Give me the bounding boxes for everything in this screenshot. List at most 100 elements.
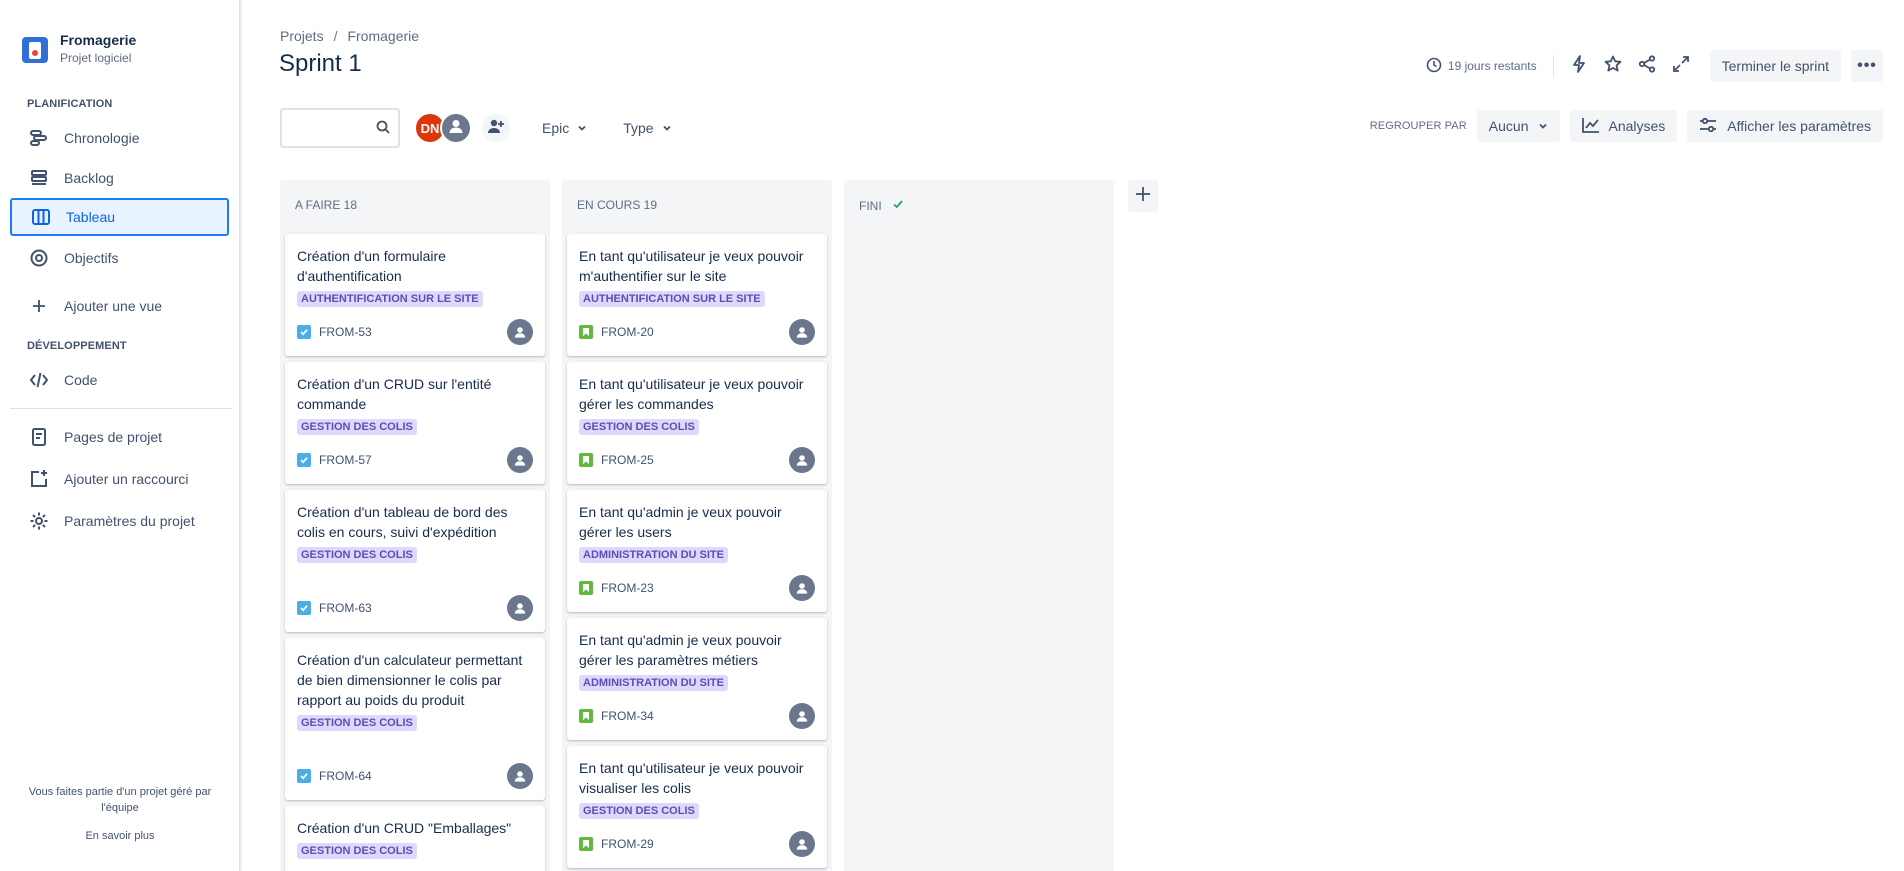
sidebar-item-add-shortcut[interactable]: Ajouter un raccourci	[10, 460, 229, 498]
task-checkbox-icon	[297, 325, 311, 339]
epic-lozenge: GESTION DES COLIS	[579, 803, 699, 819]
task-checkbox-icon	[297, 453, 311, 467]
assignee-avatar[interactable]	[789, 831, 815, 857]
type-filter-dropdown[interactable]: Type	[617, 112, 677, 144]
epic-lozenge: GESTION DES COLIS	[297, 715, 417, 731]
group-by-dropdown[interactable]: Aucun	[1476, 110, 1561, 142]
card-title: En tant qu'admin je veux pouvoir gérer l…	[579, 504, 782, 540]
learn-more-link[interactable]: En savoir plus	[14, 828, 226, 844]
epic-filter-dropdown[interactable]: Epic	[536, 112, 593, 144]
assignee-avatar[interactable]	[507, 319, 533, 345]
card-title: Création d'un CRUD sur l'entité commande	[297, 376, 492, 412]
card-title: Création d'un formulaire d'authentificat…	[297, 248, 446, 284]
issue-card[interactable]: Création d'un calculateur permettant de …	[285, 638, 545, 800]
assignee-avatar[interactable]	[507, 447, 533, 473]
issue-card[interactable]: En tant qu'utilisateur je veux pouvoir g…	[567, 362, 827, 484]
story-bookmark-icon	[579, 453, 593, 467]
search-input[interactable]	[280, 108, 400, 148]
issue-key: FROM-57	[319, 453, 372, 467]
gear-icon	[28, 510, 50, 532]
story-bookmark-icon	[579, 709, 593, 723]
assignee-avatar[interactable]	[789, 575, 815, 601]
issue-key: FROM-20	[601, 325, 654, 339]
group-by-value: Aucun	[1488, 118, 1529, 134]
sidebar-item-project-settings[interactable]: Paramètres du projet	[10, 502, 229, 540]
analyses-button[interactable]: Analyses	[1570, 110, 1678, 142]
sidebar-item-code[interactable]: Code	[10, 361, 229, 399]
issue-card[interactable]: Création d'un CRUD sur l'entité commande…	[285, 362, 545, 484]
view-settings-button[interactable]: Afficher les paramètres	[1687, 110, 1883, 142]
view-settings-label: Afficher les paramètres	[1727, 118, 1871, 134]
issue-card[interactable]: En tant qu'admin je veux pouvoir gérer l…	[567, 618, 827, 740]
issue-card[interactable]: Création d'un formulaire d'authentificat…	[285, 234, 545, 356]
assignee-avatar[interactable]	[507, 595, 533, 621]
issue-card[interactable]: En tant qu'utilisateur je veux pouvoir m…	[567, 234, 827, 356]
assignee-avatar[interactable]	[789, 447, 815, 473]
sidebar-item-backlog[interactable]: Backlog	[10, 159, 229, 197]
assignee-avatar[interactable]	[507, 763, 533, 789]
board-column-done: FINI	[844, 180, 1114, 871]
board-column-todo: A FAIRE 18 Création d'un formulaire d'au…	[280, 180, 550, 871]
complete-sprint-button[interactable]: Terminer le sprint	[1709, 50, 1841, 82]
card-title: Création d'un CRUD "Emballages"	[297, 820, 512, 836]
days-remaining[interactable]: 19 jours restants	[1426, 57, 1537, 76]
assignee-avatar[interactable]	[789, 319, 815, 345]
add-column-button[interactable]	[1128, 180, 1158, 212]
more-actions-button[interactable]: •••	[1851, 50, 1883, 82]
share-button[interactable]	[1632, 50, 1662, 82]
add-user-icon	[487, 117, 505, 140]
plus-icon	[28, 295, 50, 317]
section-title-development: DÉVELOPPEMENT	[27, 340, 127, 352]
sidebar-item-project-pages[interactable]: Pages de projet	[10, 418, 229, 456]
story-bookmark-icon	[579, 581, 593, 595]
sidebar-item-label: Pages de projet	[64, 429, 163, 445]
days-remaining-label: 19 jours restants	[1447, 59, 1537, 73]
board-column-in-progress: EN COURS 19 En tant qu'utilisateur je ve…	[562, 180, 832, 871]
project-type: Projet logiciel	[60, 51, 132, 65]
story-bookmark-icon	[579, 837, 593, 851]
sidebar-item-label: Chronologie	[64, 130, 140, 146]
sidebar-item-add-view[interactable]: Ajouter une vue	[10, 287, 229, 325]
column-header: A FAIRE 18	[295, 198, 358, 212]
issue-key: FROM-34	[601, 709, 654, 723]
issue-key: FROM-29	[601, 837, 654, 851]
sprint-actions: 19 jours restants Terminer le sprint •••	[1426, 50, 1883, 82]
issue-key: FROM-25	[601, 453, 654, 467]
add-shortcut-icon	[28, 468, 50, 490]
sidebar-footer-text: Vous faites partie d'un projet géré par …	[28, 786, 212, 814]
issue-card[interactable]: En tant qu'utilisateur je veux pouvoir v…	[567, 746, 827, 868]
group-by-bar: REGROUPER PAR Aucun Analyses Afficher le…	[1370, 110, 1883, 142]
epic-lozenge: AUTHENTIFICATION SUR LE SITE	[297, 291, 483, 307]
add-people-button[interactable]	[480, 112, 512, 144]
epic-lozenge: GESTION DES COLIS	[297, 419, 417, 435]
issue-card[interactable]: En tant qu'admin je veux pouvoir gérer l…	[567, 490, 827, 612]
sidebar-item-timeline[interactable]: Chronologie	[10, 119, 229, 157]
breadcrumb-project[interactable]: Fromagerie	[347, 28, 419, 44]
sidebar-item-board[interactable]: Tableau	[10, 198, 229, 236]
issue-key: FROM-53	[319, 325, 372, 339]
sidebar-item-label: Objectifs	[64, 250, 119, 266]
sidebar: Fromagerie Projet logiciel PLANIFICATION…	[0, 0, 243, 871]
avatar[interactable]	[440, 112, 472, 144]
sidebar-item-label: Paramètres du projet	[64, 513, 195, 529]
issue-card[interactable]: Création d'un CRUD "Emballages" GESTION …	[285, 806, 545, 871]
breadcrumb-projects[interactable]: Projets	[280, 28, 324, 44]
issue-card[interactable]: Création d'un tableau de bord des colis …	[285, 490, 545, 632]
project-logo-icon	[22, 37, 48, 63]
analyses-label: Analyses	[1608, 118, 1666, 134]
sidebar-item-goals[interactable]: Objectifs	[10, 239, 229, 277]
issue-key: FROM-64	[319, 769, 372, 783]
automation-button[interactable]	[1564, 50, 1594, 82]
board-toolbar: DN Epic Type	[280, 108, 678, 148]
sidebar-item-label: Ajouter un raccourci	[64, 471, 189, 487]
sidebar-divider	[10, 408, 232, 409]
assignee-avatar[interactable]	[789, 703, 815, 729]
chart-icon	[1582, 117, 1600, 136]
epic-lozenge: AUTHENTIFICATION SUR LE SITE	[579, 291, 765, 307]
star-button[interactable]	[1598, 50, 1628, 82]
expand-icon	[1672, 55, 1690, 78]
section-title-planning: PLANIFICATION	[27, 98, 113, 110]
fullscreen-button[interactable]	[1666, 50, 1696, 82]
type-filter-label: Type	[623, 120, 654, 136]
project-header[interactable]: Fromagerie Projet logiciel	[22, 30, 136, 66]
